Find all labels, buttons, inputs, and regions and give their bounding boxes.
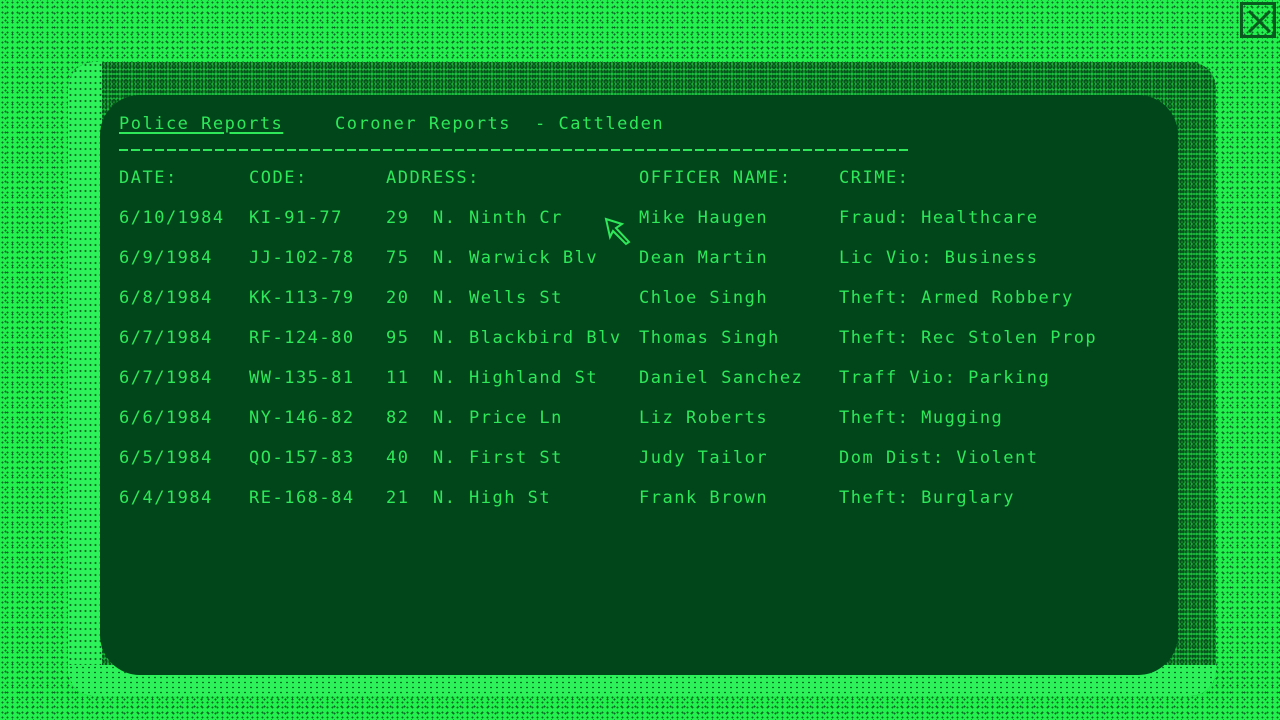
cell-street-number: 11 bbox=[386, 368, 410, 388]
cell-date: 6/5/1984 bbox=[119, 448, 213, 468]
header-officer-name: OFFICER NAME: bbox=[639, 168, 792, 188]
close-x-icon bbox=[1247, 9, 1272, 34]
cell-crime: Fraud: Healthcare bbox=[839, 208, 1039, 228]
cell-code: QO-157-83 bbox=[249, 448, 355, 468]
cell-street-number: 21 bbox=[386, 488, 410, 508]
cell-street-number: 82 bbox=[386, 408, 410, 428]
cell-street-number: 95 bbox=[386, 328, 410, 348]
cell-code: JJ-102-78 bbox=[249, 248, 355, 268]
cell-code: NY-146-82 bbox=[249, 408, 355, 428]
header-date: DATE: bbox=[119, 168, 178, 188]
cell-direction: N. bbox=[433, 208, 457, 228]
header-code: CODE: bbox=[249, 168, 308, 188]
cell-officer-name: Daniel Sanchez bbox=[639, 368, 804, 388]
cell-street: Blackbird Blv bbox=[469, 328, 622, 348]
cell-street-number: 75 bbox=[386, 248, 410, 268]
header-address: ADDRESS: bbox=[386, 168, 480, 188]
cell-code: KI-91-77 bbox=[249, 208, 343, 228]
cell-direction: N. bbox=[433, 248, 457, 268]
tab-coroner-reports[interactable]: Coroner Reports bbox=[335, 114, 511, 134]
cell-officer-name: Mike Haugen bbox=[639, 208, 769, 228]
location-label: - Cattleden bbox=[535, 114, 665, 134]
cell-crime: Theft: Mugging bbox=[839, 408, 1004, 428]
cell-date: 6/7/1984 bbox=[119, 368, 213, 388]
frame-bevel-left bbox=[68, 62, 102, 696]
cell-code: KK-113-79 bbox=[249, 288, 355, 308]
header-crime: CRIME: bbox=[839, 168, 910, 188]
tab-police-reports[interactable]: Police Reports bbox=[119, 114, 283, 134]
cell-date: 6/8/1984 bbox=[119, 288, 213, 308]
cell-street: Wells St bbox=[469, 288, 563, 308]
terminal-screen: Police Reports Coroner Reports - Cattled… bbox=[100, 95, 1178, 675]
cell-officer-name: Thomas Singh bbox=[639, 328, 780, 348]
cell-code: WW-135-81 bbox=[249, 368, 355, 388]
cell-date: 6/7/1984 bbox=[119, 328, 213, 348]
cell-street-number: 20 bbox=[386, 288, 410, 308]
cell-crime: Traff Vio: Parking bbox=[839, 368, 1051, 388]
cell-officer-name: Chloe Singh bbox=[639, 288, 769, 308]
cell-date: 6/10/1984 bbox=[119, 208, 225, 228]
cell-officer-name: Liz Roberts bbox=[639, 408, 769, 428]
cell-street: High St bbox=[469, 488, 552, 508]
cell-direction: N. bbox=[433, 368, 457, 388]
cell-street: Warwick Blv bbox=[469, 248, 599, 268]
cell-officer-name: Dean Martin bbox=[639, 248, 769, 268]
cell-street-number: 40 bbox=[386, 448, 410, 468]
cell-street: Price Ln bbox=[469, 408, 563, 428]
cell-officer-name: Frank Brown bbox=[639, 488, 769, 508]
mouse-pointer-icon bbox=[604, 217, 631, 246]
cell-crime: Lic Vio: Business bbox=[839, 248, 1039, 268]
cell-crime: Theft: Rec Stolen Prop bbox=[839, 328, 1098, 348]
cell-direction: N. bbox=[433, 288, 457, 308]
cell-street-number: 29 bbox=[386, 208, 410, 228]
cell-street: Highland St bbox=[469, 368, 599, 388]
cell-direction: N. bbox=[433, 448, 457, 468]
cell-code: RF-124-80 bbox=[249, 328, 355, 348]
cell-date: 6/6/1984 bbox=[119, 408, 213, 428]
cell-date: 6/4/1984 bbox=[119, 488, 213, 508]
cell-date: 6/9/1984 bbox=[119, 248, 213, 268]
cell-street: Ninth Cr bbox=[469, 208, 563, 228]
cell-direction: N. bbox=[433, 488, 457, 508]
cell-direction: N. bbox=[433, 328, 457, 348]
header-divider bbox=[119, 149, 911, 151]
cell-crime: Dom Dist: Violent bbox=[839, 448, 1039, 468]
cell-crime: Theft: Burglary bbox=[839, 488, 1016, 508]
cell-code: RE-168-84 bbox=[249, 488, 355, 508]
close-button[interactable] bbox=[1240, 2, 1276, 38]
cell-street: First St bbox=[469, 448, 563, 468]
cell-direction: N. bbox=[433, 408, 457, 428]
cell-officer-name: Judy Tailor bbox=[639, 448, 769, 468]
cell-crime: Theft: Armed Robbery bbox=[839, 288, 1074, 308]
